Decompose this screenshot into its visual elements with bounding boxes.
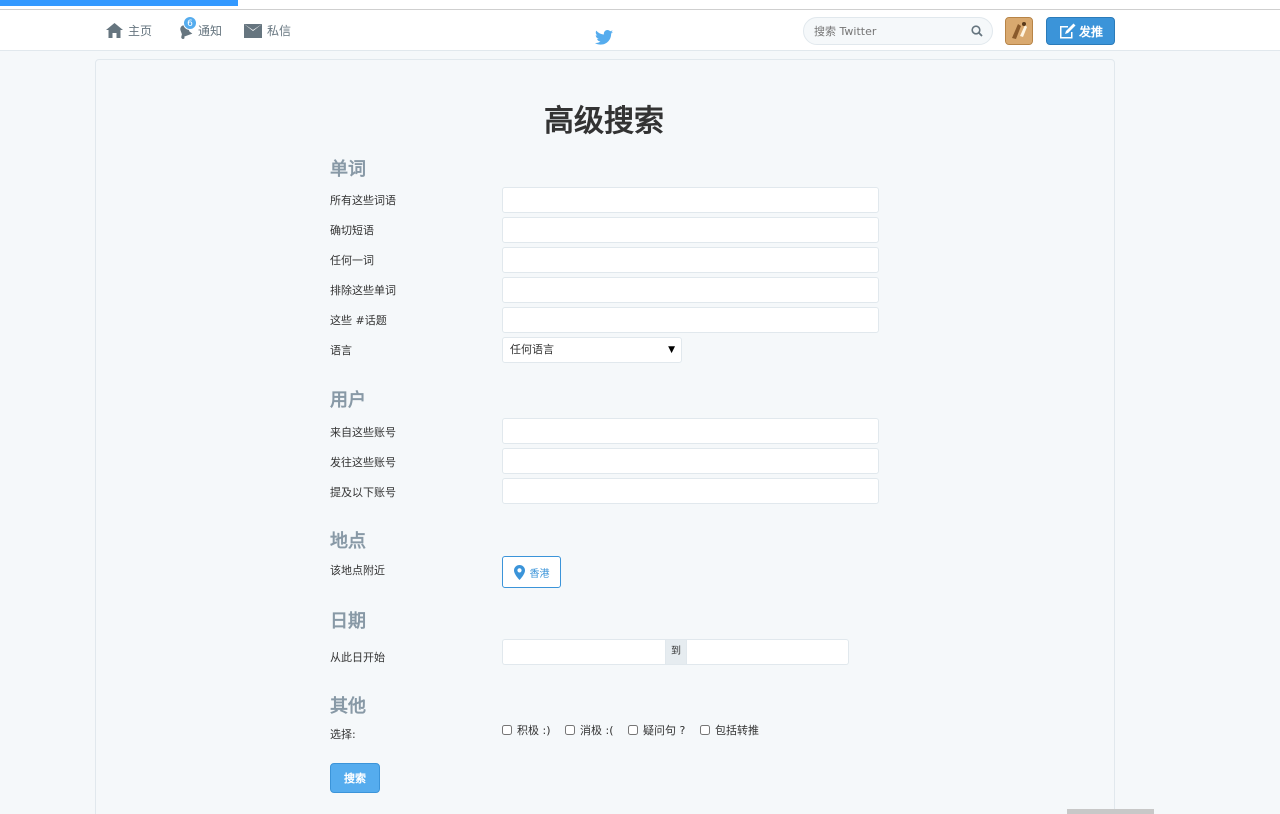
- submit-search-button[interactable]: 搜索: [330, 763, 380, 793]
- near-place-label: 该地点附近: [330, 564, 385, 577]
- none-words-label: 排除这些单词: [330, 284, 396, 297]
- from-accounts-label: 来自这些账号: [330, 426, 396, 439]
- language-label: 语言: [330, 344, 352, 357]
- nav-notifications[interactable]: 6 通知: [177, 10, 222, 51]
- to-accounts-input[interactable]: [502, 448, 879, 474]
- exact-phrase-input[interactable]: [502, 217, 879, 243]
- top-navigation: 主页 6 通知 私信 发推: [0, 10, 1280, 51]
- home-icon: [106, 23, 123, 38]
- tweet-button[interactable]: 发推: [1046, 17, 1115, 45]
- language-select-value: 任何语言: [510, 343, 554, 356]
- search-input[interactable]: [803, 17, 993, 45]
- exact-phrase-label: 确切短语: [330, 224, 374, 237]
- until-date-input[interactable]: [687, 639, 849, 665]
- date-to-separator: 到: [665, 639, 687, 665]
- positive-checkbox-label: 积极 :): [517, 724, 551, 737]
- place-button[interactable]: 香港: [502, 556, 561, 588]
- nav-home-label: 主页: [128, 24, 153, 38]
- positive-checkbox-row[interactable]: 积极 :): [502, 722, 551, 738]
- question-checkbox[interactable]: [628, 725, 638, 735]
- section-words-title: 单词: [330, 159, 366, 180]
- select-label: 选择:: [330, 728, 356, 741]
- mentioning-accounts-input[interactable]: [502, 478, 879, 504]
- all-words-label: 所有这些词语: [330, 194, 396, 207]
- map-pin-icon: [513, 564, 525, 580]
- negative-checkbox-row[interactable]: 消极 :(: [565, 722, 614, 738]
- place-button-label: 香港: [529, 568, 550, 580]
- mentioning-accounts-label: 提及以下账号: [330, 486, 396, 499]
- nav-notifications-label: 通知: [198, 24, 223, 38]
- retweets-checkbox-row[interactable]: 包括转推: [700, 722, 759, 738]
- positive-checkbox[interactable]: [502, 725, 512, 735]
- none-words-input[interactable]: [502, 277, 879, 303]
- section-dates-title: 日期: [330, 611, 366, 632]
- from-accounts-input[interactable]: [502, 418, 879, 444]
- negative-checkbox-label: 消极 :(: [580, 724, 614, 737]
- nav-messages-label: 私信: [267, 24, 292, 38]
- search-icon[interactable]: [971, 25, 983, 37]
- all-words-input[interactable]: [502, 187, 879, 213]
- notifications-count-badge: 6: [183, 16, 197, 30]
- hashtags-label: 这些 #话题: [330, 314, 387, 327]
- page-title: 高级搜索: [544, 104, 664, 139]
- browser-url-bar[interactable]: [0, 0, 1280, 10]
- url-selection-highlight: [0, 0, 238, 6]
- section-places-title: 地点: [330, 531, 366, 552]
- question-checkbox-row[interactable]: 疑问句 ?: [628, 722, 685, 738]
- avatar[interactable]: [1005, 17, 1033, 45]
- compose-icon: [1059, 23, 1076, 39]
- any-words-input[interactable]: [502, 247, 879, 273]
- retweets-checkbox-label: 包括转推: [715, 724, 759, 737]
- retweets-checkbox[interactable]: [700, 725, 710, 735]
- section-people-title: 用户: [330, 390, 366, 411]
- any-words-label: 任何一词: [330, 254, 374, 267]
- twitter-bird-icon[interactable]: [595, 30, 613, 45]
- nav-messages[interactable]: 私信: [244, 10, 291, 51]
- to-accounts-label: 发往这些账号: [330, 456, 396, 469]
- avatar-image-icon: [1006, 18, 1032, 44]
- nav-home[interactable]: 主页: [106, 10, 152, 51]
- caret-down-icon: ▼: [668, 345, 675, 355]
- tweet-button-label: 发推: [1078, 24, 1103, 39]
- negative-checkbox[interactable]: [565, 725, 575, 735]
- hashtags-input[interactable]: [502, 307, 879, 333]
- horizontal-scrollbar[interactable]: [1067, 809, 1154, 814]
- section-other-title: 其他: [330, 696, 366, 717]
- since-date-label: 从此日开始: [330, 651, 385, 664]
- language-select[interactable]: 任何语言 ▼: [502, 337, 682, 363]
- envelope-icon: [244, 23, 262, 38]
- question-checkbox-label: 疑问句 ?: [643, 724, 686, 737]
- since-date-input[interactable]: [502, 639, 665, 665]
